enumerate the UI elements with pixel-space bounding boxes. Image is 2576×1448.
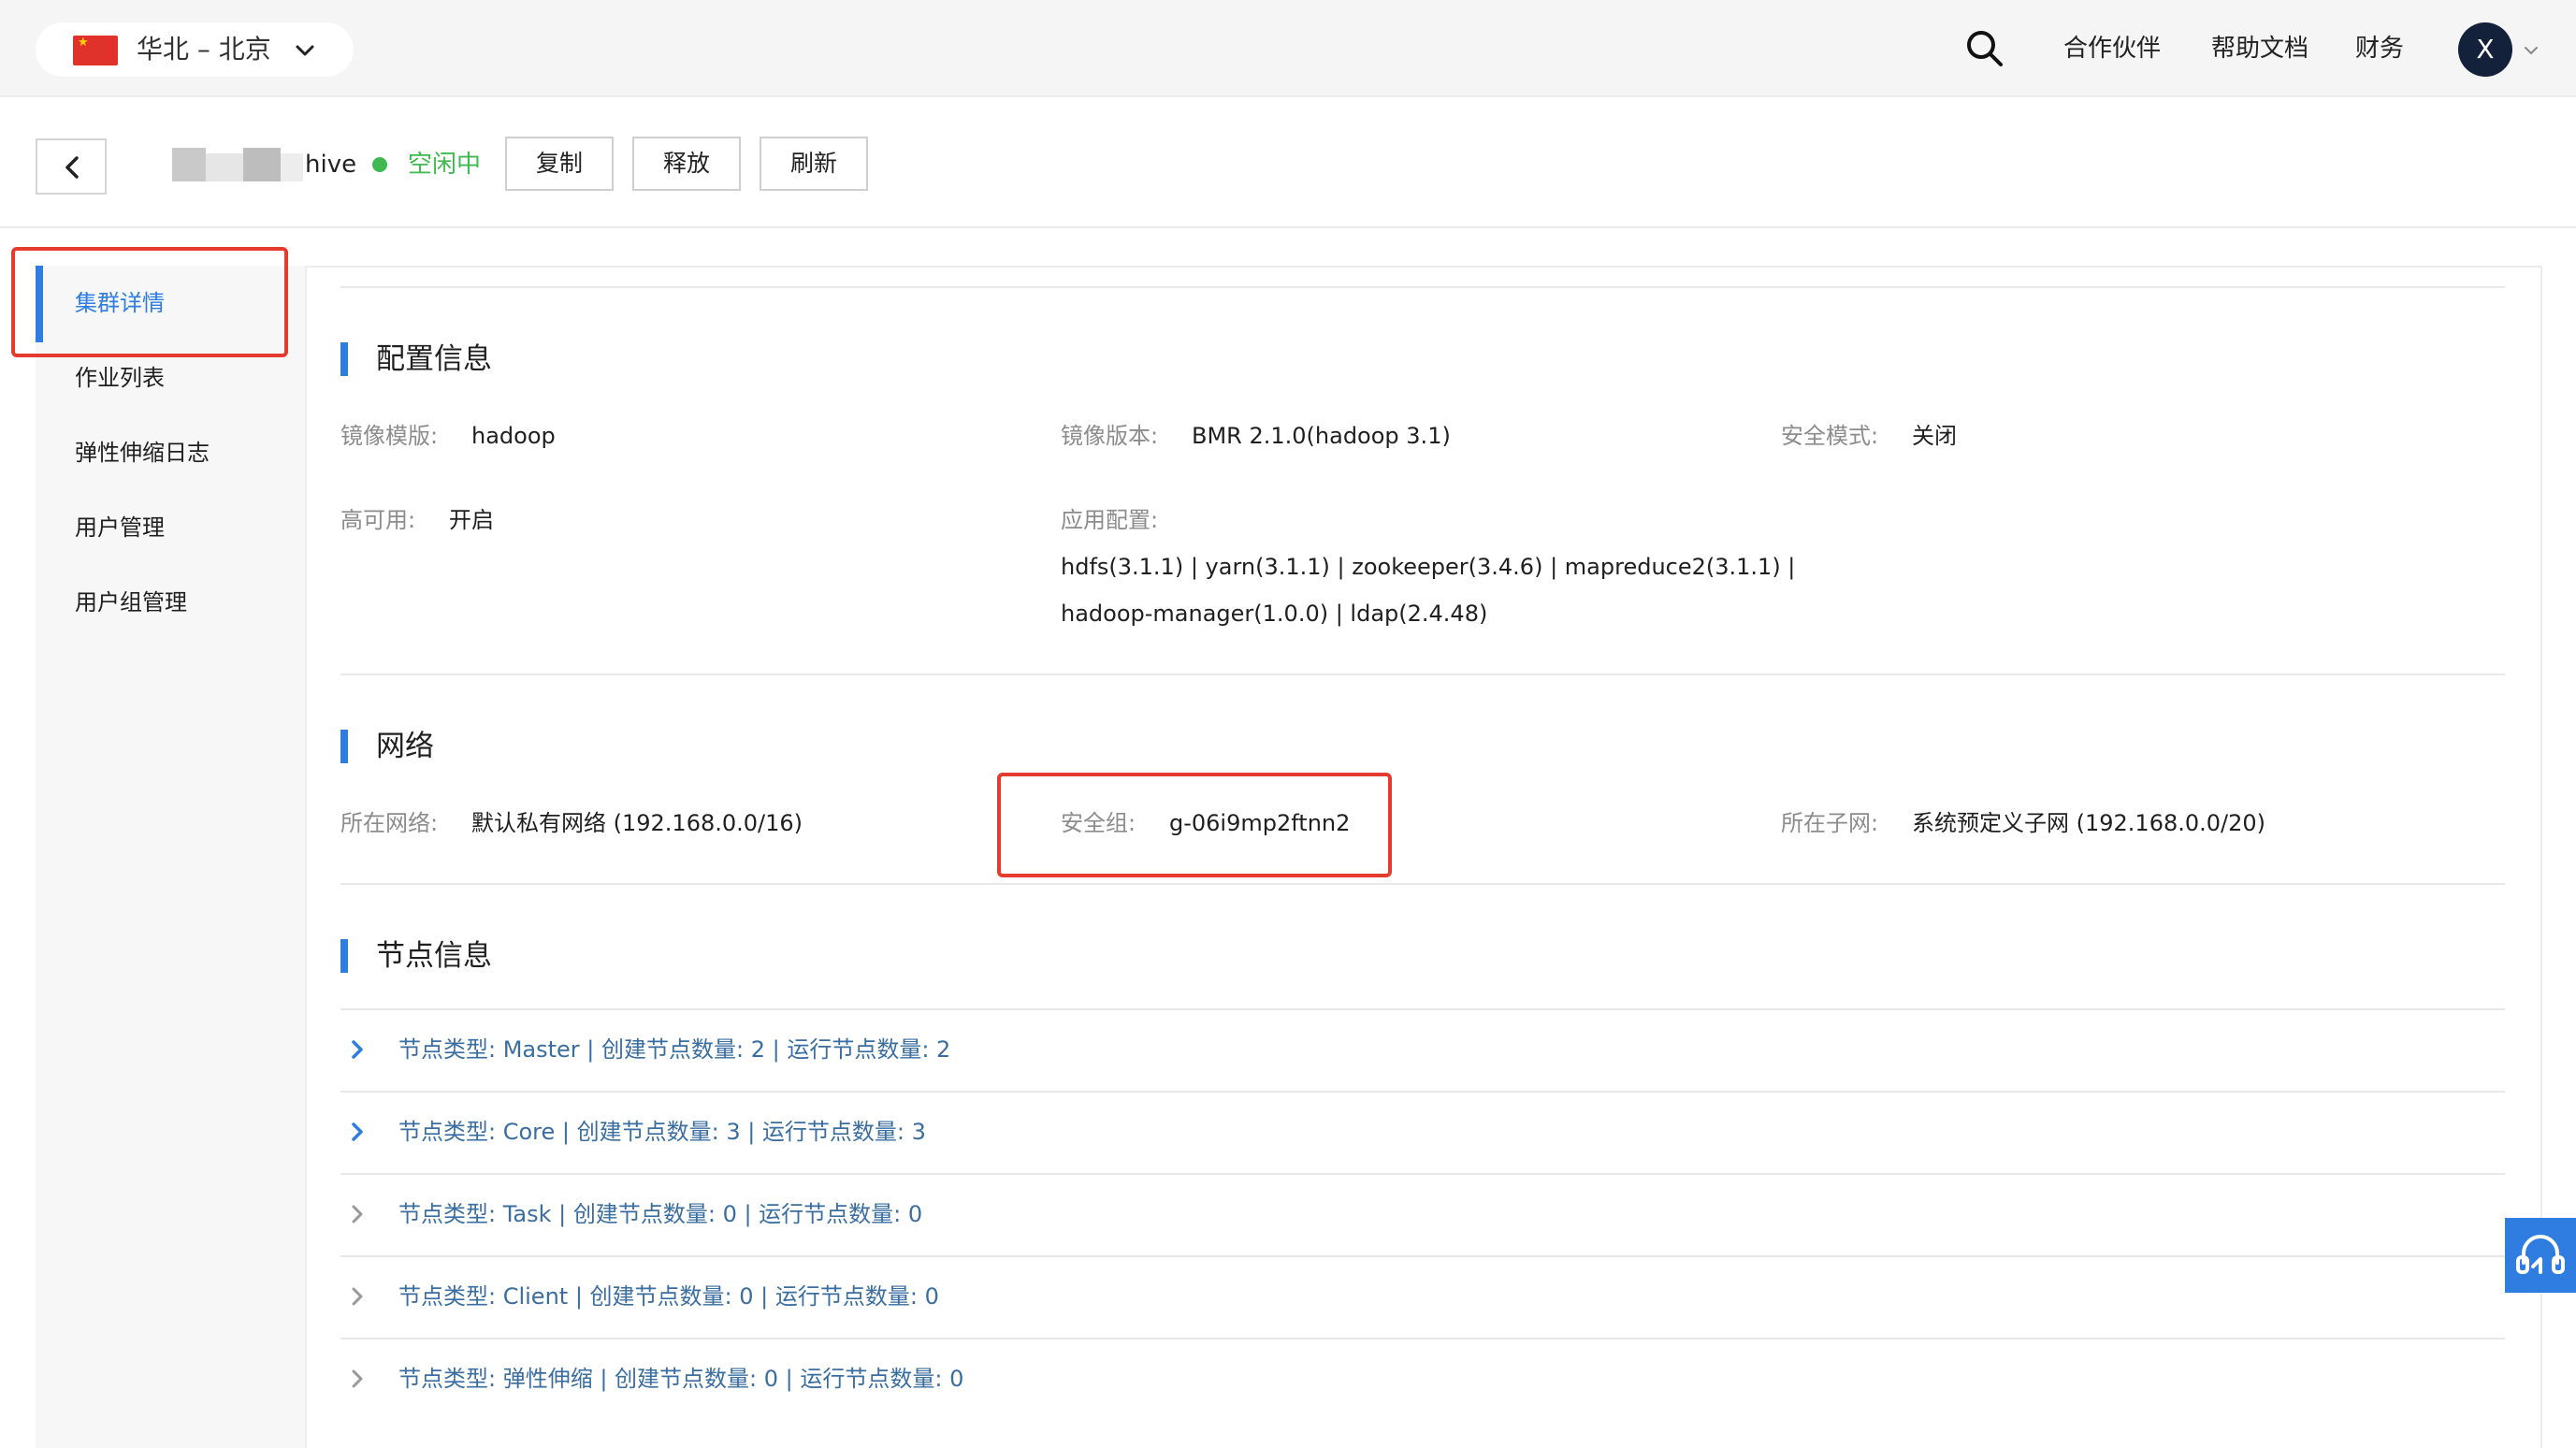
help-button[interactable] <box>2505 1218 2576 1293</box>
cluster-id-redacted <box>172 148 303 181</box>
release-button[interactable]: 释放 <box>632 137 741 191</box>
copy-button[interactable]: 复制 <box>505 137 614 191</box>
chevron-right-icon[interactable] <box>346 1203 369 1225</box>
image-template-label: 镜像模版: <box>340 423 439 449</box>
search-icon[interactable] <box>1964 28 2005 69</box>
sidebar-item-autoscale-log[interactable]: 弹性伸缩日志 <box>75 438 210 468</box>
subnet-label: 所在子网: <box>1781 810 1879 836</box>
sidebar-item-user-management[interactable]: 用户管理 <box>75 513 165 543</box>
image-version-label: 镜像版本: <box>1061 423 1159 449</box>
node-row-autoscale[interactable]: 节点类型: 弹性伸缩 | 创建节点数量: 0 | 运行节点数量: 0 <box>340 1338 2505 1420</box>
highlight-box-sidebar <box>11 247 288 357</box>
node-row-client[interactable]: 节点类型: Client | 创建节点数量: 0 | 运行节点数量: 0 <box>340 1255 2505 1338</box>
chevron-right-icon[interactable] <box>346 1285 369 1308</box>
nav-partners-link[interactable]: 合作伙伴 <box>2063 34 2161 64</box>
divider <box>340 673 2505 675</box>
node-row-label[interactable]: 节点类型: Master | 创建节点数量: 2 | 运行节点数量: 2 <box>398 1035 950 1064</box>
nav-finance-link[interactable]: 财务 <box>2355 34 2404 64</box>
section-title-config: 配置信息 <box>376 342 492 376</box>
section-marker <box>340 342 348 376</box>
subnet-value: 系统预定义子网 (192.168.0.0/20) <box>1912 810 2266 836</box>
chevron-right-icon[interactable] <box>346 1368 369 1390</box>
image-version-value: BMR 2.1.0(hadoop 3.1) <box>1192 423 1451 449</box>
app-config-label: 应用配置: <box>1061 507 1159 533</box>
chevron-left-icon <box>65 156 79 179</box>
node-row-label[interactable]: 节点类型: Core | 创建节点数量: 3 | 运行节点数量: 3 <box>398 1117 926 1147</box>
node-row-label[interactable]: 节点类型: Client | 创建节点数量: 0 | 运行节点数量: 0 <box>398 1281 939 1311</box>
node-row-master[interactable]: 节点类型: Master | 创建节点数量: 2 | 运行节点数量: 2 <box>340 1008 2505 1091</box>
back-button[interactable] <box>36 138 107 195</box>
avatar[interactable]: X <box>2458 22 2512 77</box>
region-selector[interactable]: 华北 – 北京 <box>36 22 354 77</box>
status-dot-icon <box>372 157 387 172</box>
section-marker <box>340 730 348 763</box>
app-config-line: hadoop-manager(1.0.0) | ldap(2.4.48) <box>1061 601 1488 627</box>
app-config-line: hdfs(3.1.1) | yarn(3.1.1) | zookeeper(3.… <box>1061 554 1796 580</box>
sidebar-item-job-list[interactable]: 作业列表 <box>75 363 165 393</box>
chevron-right-icon[interactable] <box>346 1121 369 1143</box>
cluster-name: hive <box>305 151 357 179</box>
ha-label: 高可用: <box>340 507 416 533</box>
nav-docs-link[interactable]: 帮助文档 <box>2211 34 2308 64</box>
image-template-value: hadoop <box>471 423 556 449</box>
status-badge: 空闲中 <box>408 151 482 179</box>
title-divider <box>0 226 2576 228</box>
node-row-task[interactable]: 节点类型: Task | 创建节点数量: 0 | 运行节点数量: 0 <box>340 1173 2505 1255</box>
refresh-button[interactable]: 刷新 <box>760 137 868 191</box>
top-header: 华北 – 北京 合作伙伴 帮助文档 财务 X <box>0 0 2576 97</box>
chevron-down-icon <box>296 45 314 56</box>
flag-cn-icon <box>73 36 118 65</box>
section-marker <box>340 939 348 973</box>
divider <box>340 286 2505 288</box>
highlight-box-security-group <box>997 773 1392 877</box>
sidebar-item-user-group-management[interactable]: 用户组管理 <box>75 587 187 617</box>
ha-value: 开启 <box>449 507 494 533</box>
node-row-label[interactable]: 节点类型: Task | 创建节点数量: 0 | 运行节点数量: 0 <box>398 1199 922 1229</box>
security-mode-value: 关闭 <box>1912 423 1957 449</box>
section-title-network: 网络 <box>376 730 434 763</box>
section-title-nodes: 节点信息 <box>376 939 492 973</box>
chevron-down-icon[interactable] <box>2522 41 2540 60</box>
chevron-right-icon[interactable] <box>346 1038 369 1061</box>
node-row-label[interactable]: 节点类型: 弹性伸缩 | 创建节点数量: 0 | 运行节点数量: 0 <box>398 1364 963 1394</box>
security-mode-label: 安全模式: <box>1781 423 1879 449</box>
divider <box>340 883 2505 885</box>
vpc-label: 所在网络: <box>340 810 439 836</box>
node-row-core[interactable]: 节点类型: Core | 创建节点数量: 3 | 运行节点数量: 3 <box>340 1091 2505 1173</box>
region-label: 华北 – 北京 <box>137 34 271 65</box>
vpc-value: 默认私有网络 (192.168.0.0/16) <box>471 810 803 836</box>
headset-icon <box>2516 1235 2565 1274</box>
